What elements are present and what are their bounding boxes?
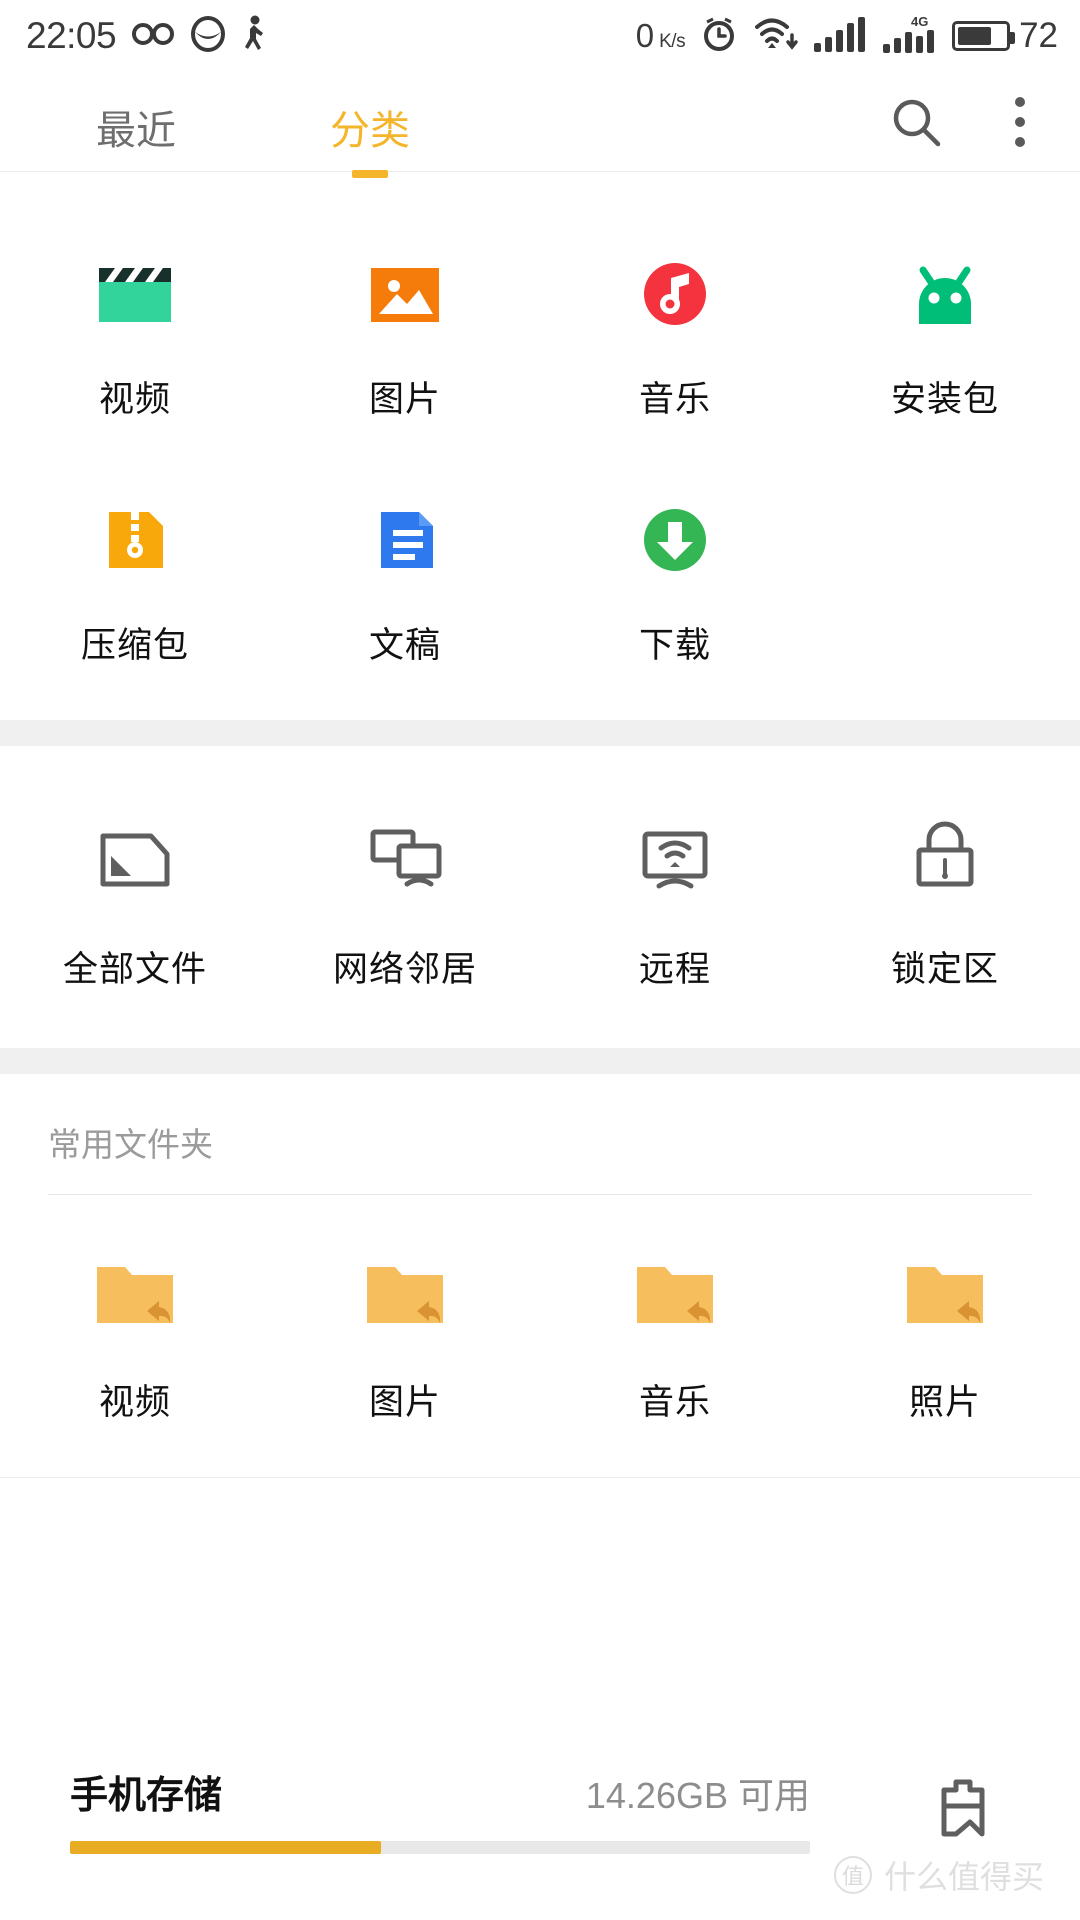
tool-label: 远程 xyxy=(638,950,711,989)
storage-free-label: 14.26GB 可用 xyxy=(585,1775,810,1816)
folder-label: 音乐 xyxy=(638,1383,711,1422)
tab-categories[interactable]: 分类 xyxy=(330,98,410,178)
status-bar: 22:05 0 K/s 4G 72 xyxy=(0,0,1080,72)
folder-item-photo[interactable]: 照片 xyxy=(810,1239,1080,1425)
frequent-folders-section: 常用文件夹 视频 图片 音乐 照片 xyxy=(0,1074,1080,1478)
folder-shortcut-icon xyxy=(355,1239,455,1347)
category-label: 视频 xyxy=(98,380,171,419)
storage-info: 手机存储 14.26GB 可用 xyxy=(70,1764,882,1854)
all-files-icon xyxy=(89,806,181,914)
category-label: 文稿 xyxy=(368,626,441,665)
image-picture-icon xyxy=(357,236,453,344)
search-icon[interactable] xyxy=(884,90,948,154)
zip-archive-icon xyxy=(87,482,183,590)
tab-bar-actions xyxy=(884,72,1052,172)
battery-icon xyxy=(952,21,1016,51)
category-label: 下载 xyxy=(638,626,711,665)
storage-name: 手机存储 xyxy=(70,1775,223,1817)
watermark: 值 什么值得买 xyxy=(833,1852,1044,1898)
tool-item-network[interactable]: 网络邻居 xyxy=(270,806,540,992)
folder-label: 图片 xyxy=(368,1383,441,1422)
category-item-music[interactable]: 音乐 xyxy=(540,236,810,422)
infinity-icon xyxy=(132,20,175,53)
storage-top-rule xyxy=(0,1477,1080,1478)
category-grid: 视频 图片 音乐 安装包 压缩包 文稿 下载 xyxy=(0,172,1080,720)
folder-shortcut-icon xyxy=(85,1239,185,1347)
tool-item-all-files[interactable]: 全部文件 xyxy=(0,806,270,992)
battery-percent-label: 72 xyxy=(1019,16,1058,55)
tool-item-remote[interactable]: 远程 xyxy=(540,806,810,992)
category-label: 压缩包 xyxy=(80,626,189,665)
folder-label: 视频 xyxy=(98,1383,171,1422)
section-divider-band xyxy=(0,720,1080,746)
tab-active-indicator xyxy=(352,170,388,178)
folder-item-image[interactable]: 图片 xyxy=(270,1239,540,1425)
music-note-icon xyxy=(627,236,723,344)
signal-4g-icon: 4G xyxy=(883,14,937,59)
eye-mask-icon xyxy=(190,15,226,57)
watermark-text: 什么值得买 xyxy=(883,1859,1044,1895)
category-label: 图片 xyxy=(368,380,441,419)
android-package-icon xyxy=(897,236,993,344)
folder-shortcut-icon xyxy=(895,1239,995,1347)
folder-shortcut-icon xyxy=(625,1239,725,1347)
wifi-download-icon xyxy=(753,15,799,58)
tool-label: 全部文件 xyxy=(62,950,207,989)
more-options-icon[interactable] xyxy=(988,90,1052,154)
category-item-apk[interactable]: 安装包 xyxy=(810,236,1080,422)
status-bar-right: 0 K/s 4G 72 xyxy=(636,14,1058,59)
status-clock: 22:05 xyxy=(26,15,117,56)
status-bar-left: 22:05 xyxy=(26,15,268,58)
storage-progress-bar xyxy=(70,1841,810,1854)
storage-row: 手机存储 14.26GB 可用 xyxy=(70,1764,846,1819)
tool-label: 锁定区 xyxy=(890,950,999,989)
category-item-download[interactable]: 下载 xyxy=(540,482,810,668)
svg-text:4G: 4G xyxy=(911,14,928,29)
tab-recent-label: 最近 xyxy=(96,109,176,153)
lock-padlock-icon xyxy=(899,806,991,914)
category-item-video[interactable]: 视频 xyxy=(0,236,270,422)
category-label: 安装包 xyxy=(890,380,999,419)
network-speed-indicator: 0 K/s xyxy=(635,17,686,54)
folder-item-music[interactable]: 音乐 xyxy=(540,1239,810,1425)
battery-indicator: 72 xyxy=(952,16,1058,56)
watermark-logo: 值 xyxy=(833,1856,872,1894)
folder-label: 照片 xyxy=(908,1383,981,1422)
tab-bar: 最近 分类 xyxy=(0,72,1080,178)
alarm-clock-icon xyxy=(700,15,738,58)
signal-bars-icon xyxy=(814,15,868,58)
tab-categories-label: 分类 xyxy=(330,109,410,153)
walking-person-icon xyxy=(242,15,268,58)
tools-section: 全部文件 网络邻居 远程 锁定区 xyxy=(0,746,1080,1048)
frequent-folders-grid: 视频 图片 音乐 照片 xyxy=(0,1195,1080,1477)
frequent-folders-title: 常用文件夹 xyxy=(48,1126,213,1163)
file-manager-screen: 22:05 0 K/s 4G 72 最近 分类 视频 图片 音乐 安装包 压缩包… xyxy=(0,0,1080,1920)
category-item-image[interactable]: 图片 xyxy=(270,236,540,422)
category-section: 视频 图片 音乐 安装包 压缩包 文稿 下载 xyxy=(0,172,1080,720)
tool-item-lock[interactable]: 锁定区 xyxy=(810,806,1080,992)
remote-screen-icon xyxy=(629,806,721,914)
category-item-archive[interactable]: 压缩包 xyxy=(0,482,270,668)
tools-grid: 全部文件 网络邻居 远程 锁定区 xyxy=(0,746,1080,1048)
section-divider-band-2 xyxy=(0,1048,1080,1074)
folder-item-video[interactable]: 视频 xyxy=(0,1239,270,1425)
category-item-empty xyxy=(810,482,1080,668)
storage-progress-fill xyxy=(70,1841,381,1854)
network-neighborhood-icon xyxy=(359,806,451,914)
tab-recent[interactable]: 最近 xyxy=(96,98,176,156)
document-text-icon xyxy=(357,482,453,590)
category-label: 音乐 xyxy=(638,380,711,419)
download-arrow-icon xyxy=(627,482,723,590)
frequent-folders-header: 常用文件夹 xyxy=(0,1074,1080,1166)
category-item-document[interactable]: 文稿 xyxy=(270,482,540,668)
tool-label: 网络邻居 xyxy=(332,950,477,989)
storage-cleanup-icon[interactable] xyxy=(882,1764,1032,1858)
video-clapperboard-icon xyxy=(87,236,183,344)
